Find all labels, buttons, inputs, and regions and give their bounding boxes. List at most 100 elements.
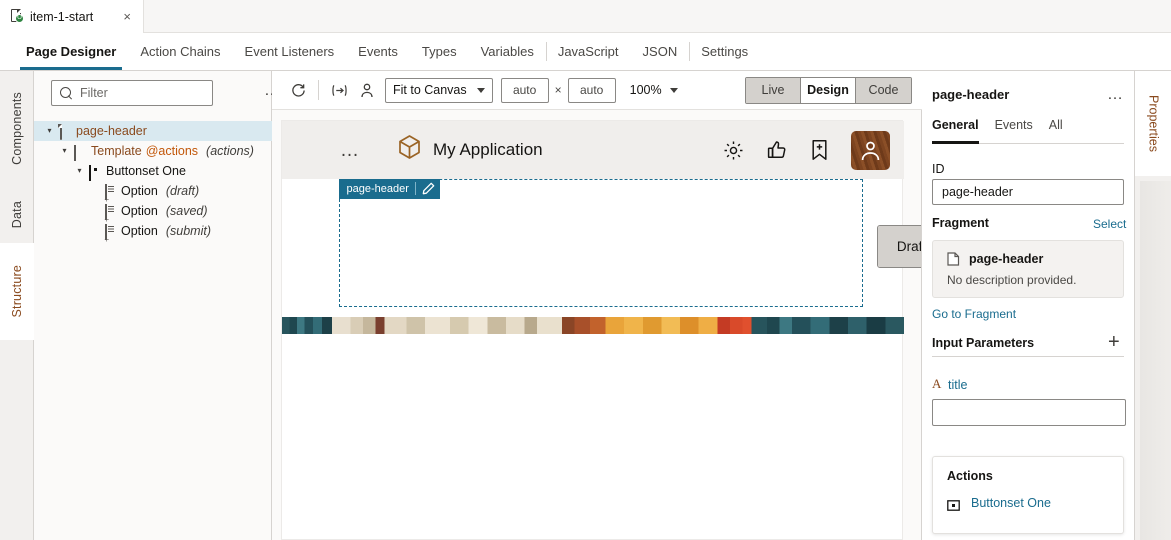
tab-javascript[interactable]: JavaScript: [545, 33, 631, 70]
properties-title: page-header: [932, 87, 1010, 102]
canvas-stage: … My Application page-header Draf: [281, 120, 921, 540]
tab-events[interactable]: Events: [995, 118, 1033, 143]
refresh-icon[interactable]: [284, 77, 312, 103]
properties-tab-bar: General Events All: [932, 118, 1124, 144]
properties-overflow-menu-icon[interactable]: …: [1107, 87, 1125, 103]
tree-item-suffix: (saved): [165, 204, 208, 218]
tab-variables[interactable]: Variables: [469, 33, 546, 70]
tree-item-label: Buttonset One: [106, 164, 186, 178]
input-parameters-label: Input Parameters: [932, 336, 1035, 350]
person-icon[interactable]: [353, 77, 381, 103]
tree-item-page-header[interactable]: ▾ page-header: [34, 121, 272, 141]
chevron-down-icon[interactable]: ▾: [44, 127, 55, 135]
rail-tab-properties[interactable]: Properties: [1135, 71, 1171, 176]
page-icon: [947, 252, 960, 271]
left-rail: Components Data Structure: [0, 71, 34, 540]
filter-input[interactable]: Filter: [51, 80, 213, 106]
buttonset-icon: [947, 498, 960, 516]
tab-action-chains[interactable]: Action Chains: [128, 33, 232, 70]
fragment-label: Fragment: [932, 216, 989, 230]
arrows-horizontal-icon[interactable]: [325, 77, 353, 103]
filter-placeholder: Filter: [80, 86, 108, 100]
app-title: My Application: [433, 140, 543, 159]
param-type-glyph: A: [932, 376, 942, 391]
dimension-times-label: ×: [554, 83, 562, 97]
gear-icon[interactable]: [723, 140, 744, 161]
structure-tree: ▾ page-header ▾ Template @actions (actio…: [34, 121, 272, 241]
file-with-badge-icon: [10, 9, 24, 24]
bookmark-plus-icon[interactable]: [810, 139, 829, 161]
rail-scroll-track[interactable]: [1140, 181, 1171, 540]
app-brand: My Application: [397, 134, 543, 166]
id-value: page-header: [942, 185, 1013, 199]
tree-item-option-submit[interactable]: Option (submit): [34, 221, 272, 241]
mode-live-button[interactable]: Live: [746, 77, 801, 103]
plus-icon[interactable]: +: [1108, 332, 1120, 352]
tab-general[interactable]: General: [932, 118, 979, 144]
tree-item-template[interactable]: ▾ Template @actions (actions): [34, 141, 272, 161]
rail-tab-data[interactable]: Data: [0, 186, 34, 243]
zoom-select[interactable]: 100%: [630, 83, 678, 97]
tab-settings[interactable]: Settings: [689, 33, 760, 70]
actions-card-link[interactable]: Buttonset One: [971, 496, 1051, 510]
param-name-label: title: [948, 378, 968, 392]
canvas-height-input[interactable]: auto: [567, 77, 616, 103]
go-to-fragment-link[interactable]: Go to Fragment: [932, 307, 1016, 321]
app-menu-icon[interactable]: …: [340, 141, 361, 160]
main-tab-bar: Page Designer Action Chains Event Listen…: [0, 33, 1171, 71]
id-label: ID: [932, 162, 945, 176]
cube-icon: [397, 134, 422, 166]
tree-item-label: Option: [121, 224, 158, 238]
section-divider: [932, 356, 1124, 357]
file-tab-item-1-start[interactable]: item-1-start ×: [0, 0, 144, 33]
tab-types[interactable]: Types: [410, 33, 469, 70]
tab-events[interactable]: Events: [346, 33, 410, 70]
properties-panel: page-header … General Events All ID page…: [922, 71, 1134, 540]
id-input[interactable]: page-header: [932, 179, 1124, 205]
tab-json[interactable]: JSON: [631, 33, 690, 70]
chevron-down-icon[interactable]: ▾: [74, 167, 85, 175]
design-canvas[interactable]: … My Application page-header Draf: [272, 110, 922, 540]
rail-tab-structure[interactable]: Structure: [0, 243, 34, 340]
tree-item-option-saved[interactable]: Option (saved): [34, 201, 272, 221]
option-icon: [104, 183, 117, 200]
pencil-icon[interactable]: [422, 182, 435, 195]
tab-all[interactable]: All: [1049, 118, 1063, 143]
fit-to-canvas-select[interactable]: Fit to Canvas: [385, 77, 493, 103]
canvas-width-input[interactable]: auto: [500, 77, 549, 103]
tab-event-listeners[interactable]: Event Listeners: [233, 33, 347, 70]
close-icon[interactable]: ×: [119, 8, 135, 25]
selection-outline[interactable]: page-header: [338, 178, 863, 307]
rail-tab-components[interactable]: Components: [0, 71, 34, 186]
page-icon: [59, 123, 72, 140]
view-mode-group: Live Design Code: [745, 76, 912, 104]
fragment-select-link[interactable]: Select: [1093, 217, 1126, 231]
chevron-down-icon: [476, 87, 485, 93]
tree-item-label: Template: [91, 144, 142, 158]
mode-code-button[interactable]: Code: [856, 77, 911, 103]
properties-header: page-header …: [922, 71, 1134, 109]
tree-item-suffix: (actions): [206, 144, 254, 158]
rail-tab-components-label: Components: [10, 92, 24, 165]
avatar[interactable]: [851, 130, 890, 170]
tree-item-label: page-header: [76, 124, 147, 138]
fragment-card[interactable]: page-header No description provided.: [932, 240, 1124, 298]
tree-item-buttonset-one[interactable]: ▾ Buttonset One: [34, 161, 272, 181]
app-header: … My Application: [282, 121, 904, 179]
button-draft[interactable]: Draft: [878, 226, 921, 267]
canvas-height-value: auto: [579, 83, 604, 97]
tree-item-option-draft[interactable]: Option (draft): [34, 181, 272, 201]
fragment-description: No description provided.: [947, 273, 1077, 287]
mode-design-button[interactable]: Design: [801, 77, 856, 103]
option-icon: [104, 203, 117, 220]
title-param-input[interactable]: [932, 399, 1126, 426]
tree-item-at: @actions: [145, 144, 199, 158]
tree-item-label: Option: [121, 184, 158, 198]
selection-badge[interactable]: page-header: [338, 178, 440, 199]
tab-page-designer[interactable]: Page Designer: [14, 33, 128, 70]
thumbs-up-icon[interactable]: [766, 139, 788, 161]
template-icon: [74, 144, 87, 161]
chevron-down-icon[interactable]: ▾: [59, 147, 70, 155]
actions-card: Actions Buttonset One: [932, 456, 1124, 534]
rail-tab-data-label: Data: [10, 200, 24, 229]
